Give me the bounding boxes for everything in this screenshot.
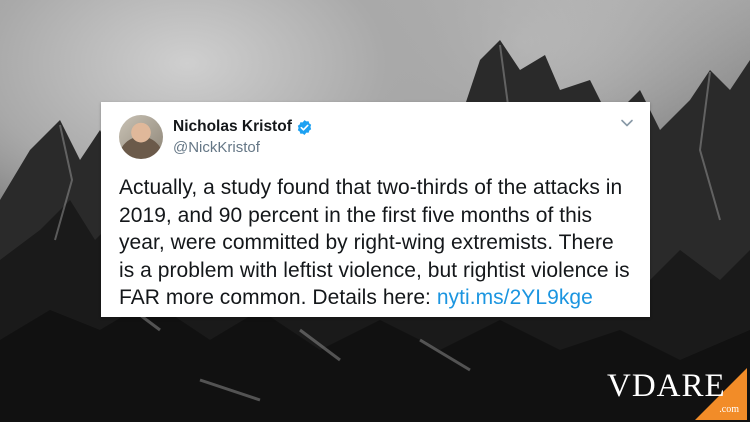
chevron-down-icon[interactable] [620,116,634,130]
tweet-card[interactable]: Nicholas Kristof @NickKristof Actually, … [101,102,650,317]
brand-suffix: .com [719,404,739,415]
tweet-text: Actually, a study found that two-thirds … [119,174,633,312]
verified-badge-icon [297,119,312,135]
avatar[interactable] [119,115,163,159]
display-name-row: Nicholas Kristof [173,118,313,136]
brand-name: VDARE [607,368,726,404]
brand-logo: VDARE .com [607,368,747,420]
display-name[interactable]: Nicholas Kristof [173,118,292,136]
tweet-link[interactable]: nyti.ms/2YL9kge [437,286,593,309]
tweet-header: Nicholas Kristof @NickKristof [119,114,633,160]
handle[interactable]: @NickKristof [173,139,313,156]
author-names: Nicholas Kristof @NickKristof [173,118,313,156]
